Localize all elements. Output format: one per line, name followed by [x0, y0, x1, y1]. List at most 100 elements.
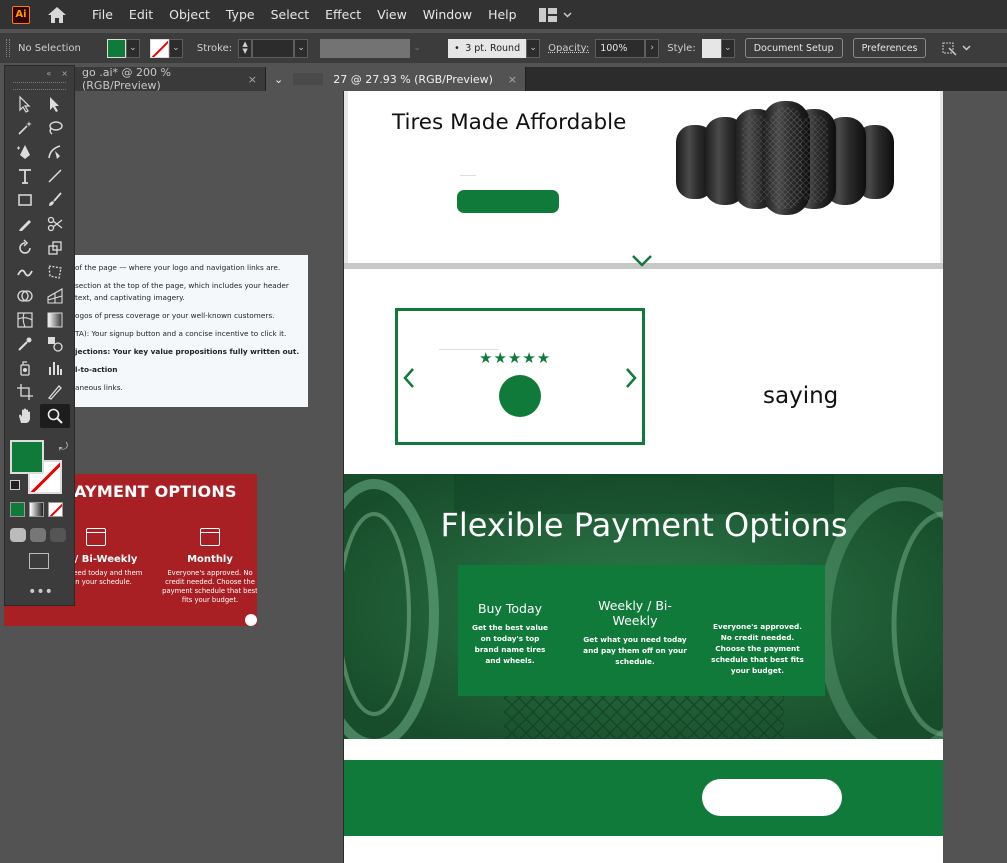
collapse-icon[interactable]: « — [46, 69, 51, 78]
eyedropper-tool-icon[interactable] — [10, 332, 40, 356]
default-colors-icon[interactable] — [10, 480, 20, 490]
tab-active-document[interactable]: ⌄ 27 @ 27.93 % (RGB/Preview) × — [266, 67, 526, 91]
menu-effect[interactable]: Effect — [317, 0, 369, 29]
style-dropdown[interactable]: ⌄ — [720, 38, 735, 58]
pen-tool-icon[interactable] — [10, 140, 40, 164]
stroke-stepper[interactable]: ▲ ▼ — [238, 38, 253, 58]
free-transform-tool-icon[interactable] — [40, 260, 70, 284]
menu-file[interactable]: File — [84, 0, 121, 29]
home-icon[interactable] — [46, 4, 68, 26]
tab-logo-document[interactable]: go .ai* @ 200 % (RGB/Preview) × — [74, 66, 266, 92]
perspective-grid-tool-icon[interactable] — [40, 284, 70, 308]
redacted-filename — [293, 73, 324, 85]
panel-grip[interactable] — [6, 39, 10, 57]
menu-help[interactable]: Help — [480, 0, 525, 29]
panel-header: « × — [5, 66, 74, 80]
preferences-button[interactable]: Preferences — [852, 38, 927, 58]
avatar — [499, 375, 541, 417]
color-mode-icon[interactable] — [10, 502, 25, 517]
payment-option-weekly: Weekly / Bi-Weekly Get what you need tod… — [576, 598, 694, 667]
document-setup-button[interactable]: Document Setup — [744, 38, 843, 58]
chevron-down-icon[interactable] — [962, 45, 972, 51]
rectangle-tool-icon[interactable] — [10, 188, 40, 212]
magic-wand-tool-icon[interactable] — [10, 116, 40, 140]
close-icon[interactable]: × — [508, 73, 517, 86]
direct-selection-tool-icon[interactable] — [40, 92, 70, 116]
cta-button[interactable] — [702, 779, 842, 816]
fill-swatch[interactable] — [106, 38, 126, 58]
graphic-style-swatch[interactable] — [701, 38, 721, 58]
lasso-tool-icon[interactable] — [40, 116, 70, 140]
draw-inside-icon[interactable] — [50, 528, 66, 542]
fill-dropdown[interactable]: ⌄ — [125, 38, 140, 58]
chevron-down-icon[interactable] — [631, 254, 653, 268]
hero-cta-button[interactable] — [457, 190, 559, 213]
chevron-right-icon[interactable] — [624, 367, 638, 389]
stroke-weight-input[interactable] — [252, 38, 295, 58]
edit-toolbar-icon[interactable]: ••• — [5, 584, 76, 600]
stroke-weight-dropdown[interactable]: ⌄ — [294, 38, 309, 58]
selection-tool-icon[interactable] — [10, 92, 40, 116]
red-col-title: Monthly — [187, 554, 233, 565]
stroke-dropdown[interactable]: ⌄ — [168, 38, 183, 58]
shape-builder-tool-icon[interactable] — [10, 284, 40, 308]
mesh-tool-icon[interactable] — [10, 308, 40, 332]
artboard-tool-icon[interactable] — [10, 380, 40, 404]
scale-tool-icon[interactable] — [40, 236, 70, 260]
rotate-tool-icon[interactable] — [10, 236, 40, 260]
symbol-sprayer-tool-icon[interactable] — [10, 356, 40, 380]
warp-tool-icon[interactable] — [10, 260, 40, 284]
type-tool-icon[interactable] — [10, 164, 40, 188]
menu-window[interactable]: Window — [415, 0, 480, 29]
arrange-icon[interactable] — [940, 40, 958, 56]
workspace-switcher[interactable] — [538, 7, 572, 22]
paintbrush-tool-icon[interactable] — [40, 188, 70, 212]
stroke-label: Stroke: — [196, 42, 233, 54]
stroke-swatch[interactable] — [149, 38, 169, 58]
hand-tool-icon[interactable] — [10, 404, 40, 428]
menu-bar: Ai File Edit Object Type Select Effect V… — [0, 0, 1007, 29]
draw-normal-icon[interactable] — [10, 528, 26, 542]
profile-dropdown[interactable]: ⌄ — [410, 39, 424, 58]
payment-option-monthly: Everyone's approved. No credit needed. C… — [710, 621, 805, 676]
chevron-left-icon[interactable] — [402, 367, 416, 389]
brush-definition[interactable]: • 3 pt. Round — [448, 38, 527, 58]
close-icon[interactable]: × — [61, 69, 68, 78]
swap-fill-stroke-icon[interactable]: ⤾ — [59, 440, 68, 454]
menu-type[interactable]: Type — [218, 0, 263, 29]
column-graph-tool-icon[interactable] — [40, 356, 70, 380]
menu-select[interactable]: Select — [263, 0, 318, 29]
blend-tool-icon[interactable] — [40, 332, 70, 356]
tab-menu-chevron-icon[interactable]: ⌄ — [274, 73, 283, 86]
draw-behind-icon[interactable] — [30, 528, 46, 542]
line-segment-tool-icon[interactable] — [40, 164, 70, 188]
menu-object[interactable]: Object — [161, 0, 218, 29]
slice-tool-icon[interactable] — [40, 380, 70, 404]
opacity-input[interactable]: 100% — [595, 38, 646, 58]
variable-width-profile[interactable] — [320, 38, 411, 58]
opacity-label: Opacity: — [548, 42, 590, 54]
scissors-tool-icon[interactable] — [40, 212, 70, 236]
none-mode-icon[interactable] — [48, 502, 63, 517]
calendar-icon — [200, 528, 220, 546]
notes-artboard: of the page — where your logo and naviga… — [75, 255, 308, 407]
star-rating: ★★★★★ — [479, 349, 552, 367]
note-line: jections: Your key value propositions fu… — [75, 347, 300, 356]
screen-mode-icon[interactable] — [29, 553, 49, 569]
gradient-mode-icon[interactable] — [29, 502, 44, 517]
gradient-tool-icon[interactable] — [40, 308, 70, 332]
zoom-tool-icon[interactable] — [40, 404, 70, 428]
fill-color-swatch[interactable] — [10, 440, 44, 474]
brush-dropdown[interactable]: ⌄ — [526, 38, 541, 58]
pencil-tool-icon[interactable] — [10, 212, 40, 236]
color-mode-row — [10, 502, 63, 517]
menu-view[interactable]: View — [369, 0, 415, 29]
payment-title: Flexible Payment Options — [440, 506, 848, 544]
panel-grip[interactable] — [13, 82, 66, 90]
red-col-monthly: Monthly Everyone's approved. No credit n… — [160, 528, 257, 605]
menu-edit[interactable]: Edit — [121, 0, 161, 29]
opacity-arrow[interactable]: › — [645, 38, 660, 58]
option-title: Buy Today — [477, 601, 543, 616]
curvature-tool-icon[interactable] — [40, 140, 70, 164]
close-icon[interactable]: × — [248, 73, 257, 86]
